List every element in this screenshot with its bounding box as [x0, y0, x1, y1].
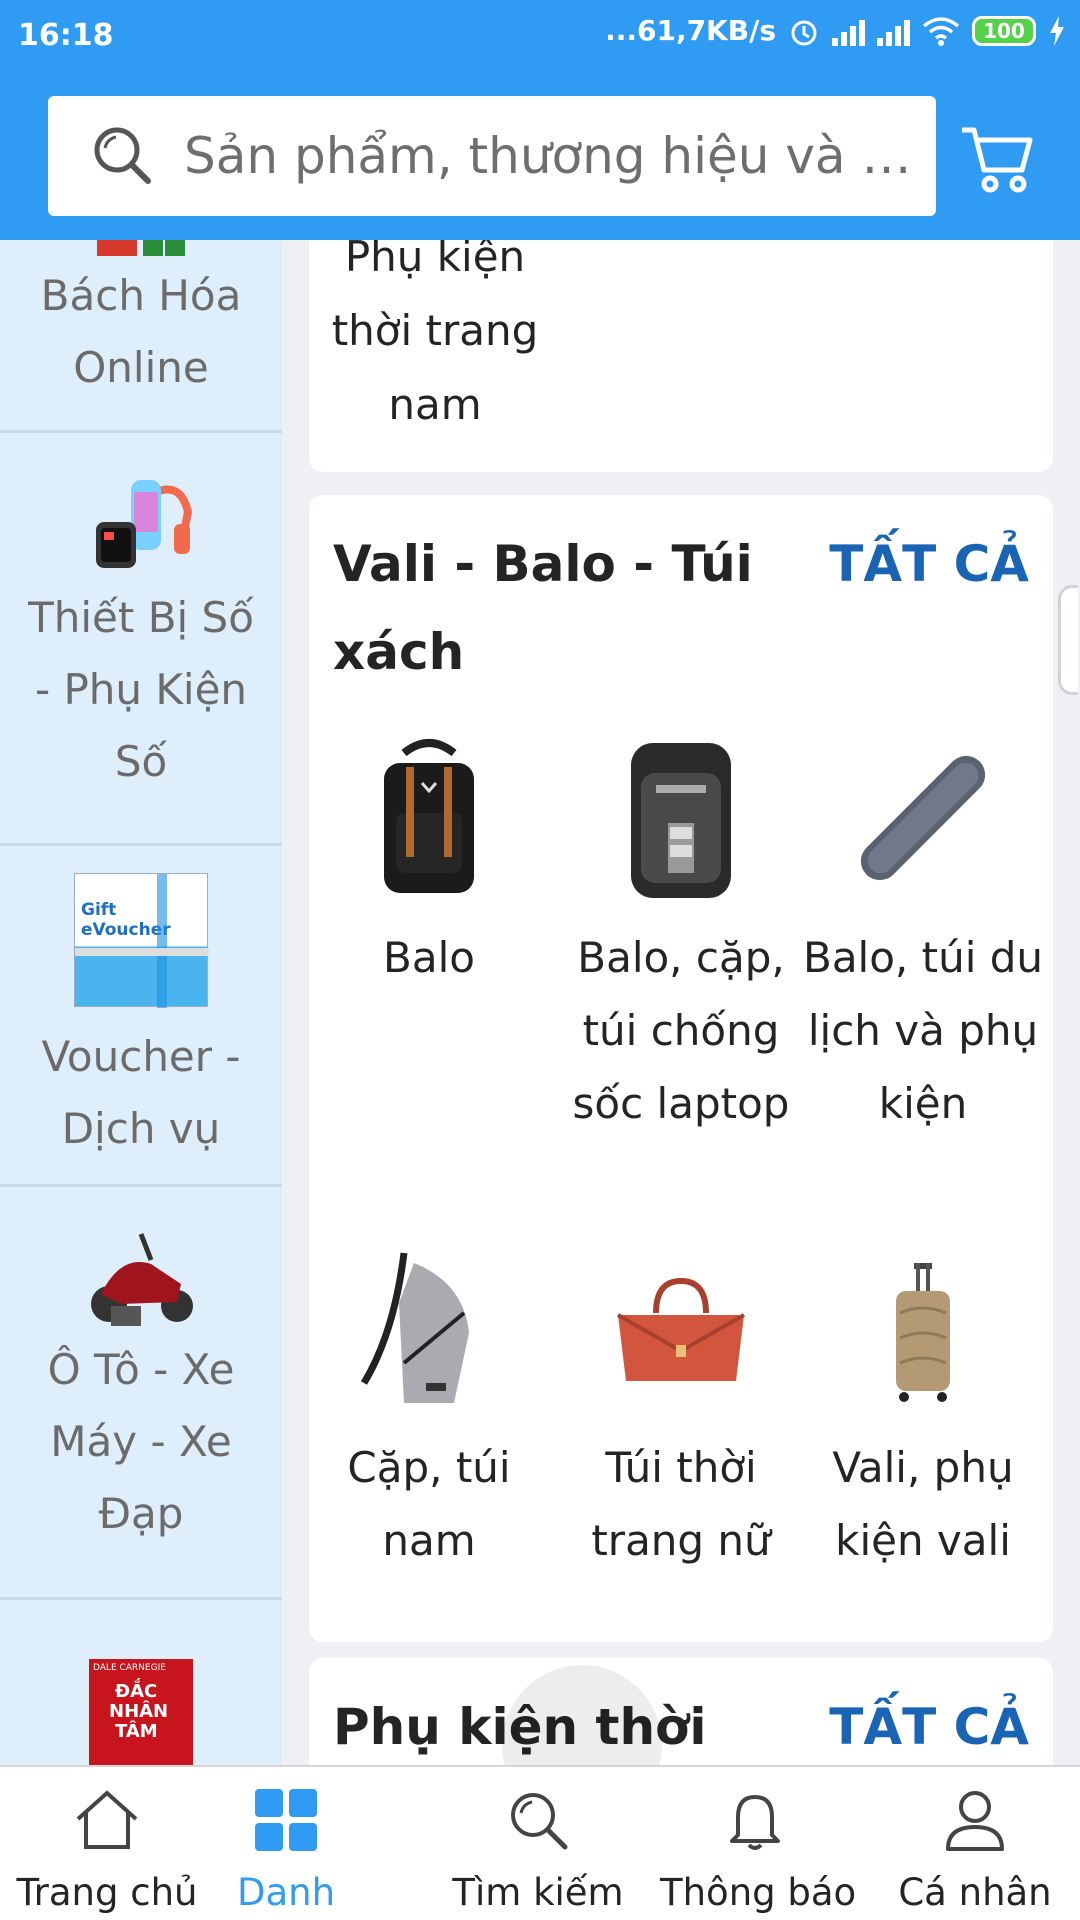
subcategory-cap-tui-nam[interactable]: Cặp, túi nam [309, 1243, 549, 1577]
sidebar-item-sach[interactable]: DALE CARNEGIE ĐẮC NHÂN TÂM [0, 1603, 282, 1765]
sidebar-item-label: - Phụ Kiện [34, 665, 248, 714]
book-cover-text: DALE CARNEGIE [93, 1663, 166, 1673]
nav-home[interactable]: Trang chủ [12, 1785, 202, 1914]
bottom-navigation: Trang chủ Danh Tìm kiếm Thông báo Cá nhâ… [0, 1765, 1080, 1920]
nav-label: Trang chủ [16, 1871, 198, 1914]
search-input[interactable]: Sản phẩm, thương hiệu và m... [184, 127, 914, 185]
sidebar-item-o-to-xe-may[interactable]: Ô Tô - Xe Máy - Xe Đạp [0, 1190, 282, 1600]
sidebar-item-label: Dịch vụ [61, 1104, 221, 1153]
beverage-pack-image [97, 240, 185, 256]
bell-icon [730, 1795, 780, 1850]
voucher-badge-text: Gift [81, 900, 117, 920]
sidebar-item-thiet-bi-so[interactable]: Thiết Bị Số - Phụ Kiện Số [0, 436, 282, 846]
see-all-link[interactable]: TẤT CẢ [829, 520, 1029, 608]
section-card-vali-balo: Vali - Balo - Túi xách TẤT CẢ Balo Balo,… [309, 495, 1053, 1642]
search-bar[interactable]: Sản phẩm, thương hiệu và m... [48, 96, 936, 216]
search-icon [511, 1793, 568, 1850]
book-cover-text: NHÂN [109, 1701, 169, 1722]
signal-icon-2 [877, 16, 910, 46]
sling-bag-image [360, 1252, 469, 1403]
gift-evoucher-image: Gift eVoucher [74, 873, 209, 1008]
subcategory-label: nam [388, 380, 482, 429]
nav-label: Thông báo [660, 1871, 857, 1914]
grid-icon [255, 1789, 317, 1851]
sidebar-item-label: Số [114, 737, 168, 786]
subcategory-vali[interactable]: Vali, phụ kiện vali [803, 1243, 1043, 1577]
subcategory-label: Phụ kiện [344, 240, 526, 281]
section-title: Vali - Balo - Túi xách [333, 535, 753, 681]
book-cover-image: DALE CARNEGIE ĐẮC NHÂN TÂM [89, 1659, 193, 1765]
nav-label: Danh [236, 1871, 336, 1914]
sidebar-item-voucher[interactable]: Gift eVoucher Voucher - Dịch vụ [0, 849, 282, 1187]
subcategory-item[interactable]: Phụ kiện thời trang nam [319, 240, 551, 442]
sidebar-item-label: Bách Hóa [40, 271, 242, 320]
nav-notifications[interactable]: Thông báo [660, 1785, 857, 1914]
subcategory-balo[interactable]: Balo [309, 733, 549, 994]
prev-section-card: Phụ kiện thời trang nam [309, 240, 1053, 472]
home-icon [76, 1790, 138, 1849]
subcategory-label: Cặp, túi nam [347, 1443, 511, 1565]
sidebar-item-label: Ô Tô - Xe [47, 1345, 235, 1394]
subcategory-label: thời trang [331, 306, 539, 355]
subcategory-label: Vali, phụ kiện vali [832, 1443, 1014, 1565]
nav-danh-muc[interactable]: Danh [226, 1785, 346, 1914]
sidebar-item-bach-hoa[interactable]: Bách Hóa Online [0, 240, 282, 433]
battery-indicator: 100 [972, 15, 1036, 46]
see-all-link[interactable]: TẤT CẢ [829, 1683, 1029, 1765]
travel-pouch-image [860, 755, 986, 881]
sidebar-item-label: Online [73, 343, 209, 392]
person-icon [946, 1791, 1004, 1851]
app-header: 16:18 ...61,7KB/s 100 Sản phẩm, thương h… [0, 0, 1080, 240]
book-cover-text: TÂM [115, 1721, 158, 1742]
search-icon [94, 127, 151, 184]
suitcase-image [896, 1263, 950, 1402]
category-content[interactable]: Phụ kiện thời trang nam Vali - Balo - Tú… [282, 240, 1080, 1765]
wifi-icon [922, 16, 960, 46]
subcategory-travel[interactable]: Balo, túi du lịch và phụ kiện [803, 733, 1043, 1140]
nav-search[interactable]: Tìm kiếm [448, 1785, 628, 1914]
subcategory-label: Balo, cặp, túi chống sốc laptop [572, 933, 790, 1128]
scrollbar-handle[interactable] [1058, 585, 1078, 695]
laptop-backpack-image [631, 743, 731, 898]
nav-profile[interactable]: Cá nhân [890, 1785, 1060, 1914]
sidebar-item-label: Đạp [98, 1489, 184, 1538]
handbag-image [617, 1277, 745, 1381]
status-bar: 16:18 ...61,7KB/s 100 [0, 0, 1080, 72]
nav-label: Tìm kiếm [452, 1871, 624, 1914]
subcategory-tui-nu[interactable]: Túi thời trang nữ [561, 1243, 801, 1577]
category-sidebar[interactable]: Bách Hóa Online Thiết Bị Số - Phụ Kiện S… [0, 240, 282, 1765]
status-time: 16:18 [18, 18, 114, 53]
nav-label: Cá nhân [898, 1871, 1052, 1914]
signal-icon [832, 16, 865, 46]
subcategory-label: Balo, túi du lịch và phụ kiện [803, 933, 1044, 1128]
cart-icon[interactable] [958, 118, 1038, 198]
sidebar-item-label: Máy - Xe [50, 1417, 232, 1466]
subcategory-laptop-balo[interactable]: Balo, cặp, túi chống sốc laptop [561, 733, 801, 1140]
sidebar-item-label: Voucher - [41, 1032, 241, 1081]
network-speed: ...61,7KB/s [605, 14, 776, 47]
status-indicators: ...61,7KB/s 100 [605, 14, 1066, 47]
alarm-icon [791, 20, 817, 45]
subcategory-label: Túi thời trang nữ [591, 1443, 771, 1565]
black-backpack-image [384, 739, 474, 893]
book-cover-text: ĐẮC [115, 1681, 158, 1702]
charging-icon [1050, 15, 1064, 46]
motorbike-image [91, 1233, 193, 1326]
subcategory-label: Balo [383, 933, 475, 982]
sidebar-item-label: Thiết Bị Số [28, 593, 254, 642]
section-card-phu-kien: Phụ kiện thời TẤT CẢ [309, 1658, 1053, 1765]
smartwatch-headphones-image [96, 480, 193, 568]
